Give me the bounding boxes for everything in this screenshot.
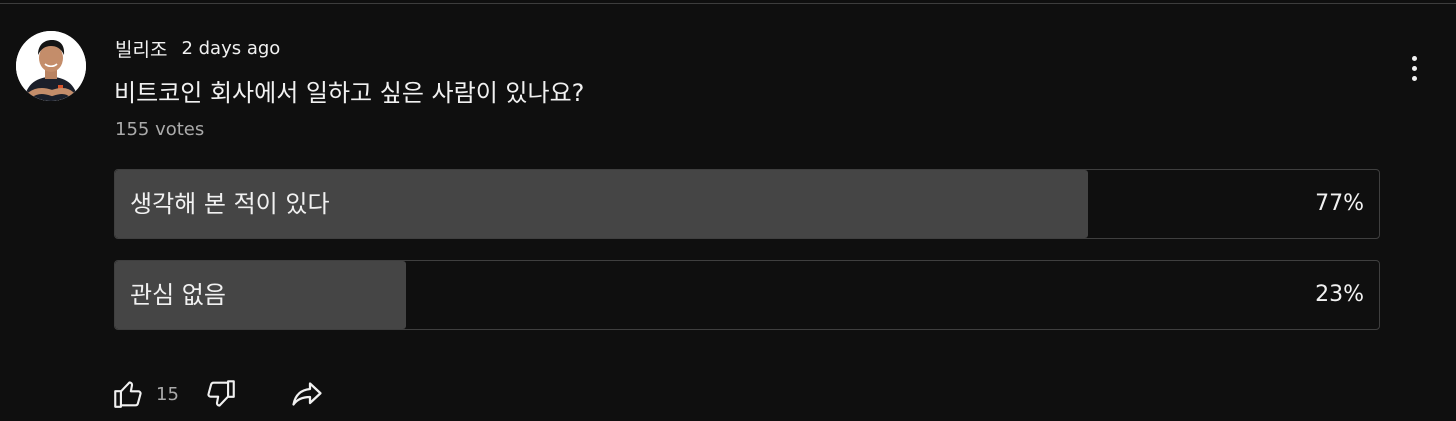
post-timestamp[interactable]: 2 days ago bbox=[181, 38, 280, 59]
poll-option[interactable]: 관심 없음 23% bbox=[114, 260, 1380, 330]
share-icon bbox=[292, 382, 322, 406]
poll-option-percent: 77% bbox=[1315, 191, 1364, 216]
top-divider bbox=[0, 3, 1456, 4]
like-count: 15 bbox=[156, 383, 179, 405]
like-button[interactable] bbox=[108, 374, 148, 414]
thumbs-down-icon bbox=[207, 380, 235, 407]
more-vertical-icon bbox=[1411, 75, 1417, 81]
author-name[interactable]: 빌리조 bbox=[115, 35, 167, 62]
poll-option-percent: 23% bbox=[1315, 282, 1364, 307]
more-vertical-icon bbox=[1411, 65, 1417, 71]
post-meta: 빌리조 2 days ago bbox=[115, 35, 280, 61]
action-bar: 15 bbox=[108, 374, 327, 414]
poll-option-label: 생각해 본 적이 있다 bbox=[130, 190, 330, 218]
person-avatar-icon bbox=[16, 31, 86, 101]
share-button[interactable] bbox=[287, 374, 327, 414]
poll-option-label: 관심 없음 bbox=[130, 281, 226, 309]
dislike-button[interactable] bbox=[201, 374, 241, 414]
more-options-button[interactable] bbox=[1396, 50, 1432, 86]
poll-question: 비트코인 회사에서 일하고 싶은 사람이 있나요? bbox=[114, 79, 585, 107]
vote-count: 155 votes bbox=[115, 119, 205, 140]
avatar[interactable] bbox=[16, 31, 86, 101]
thumbs-up-icon bbox=[114, 381, 142, 408]
more-vertical-icon bbox=[1411, 55, 1417, 61]
community-post: 빌리조 2 days ago 비트코인 회사에서 일하고 싶은 사람이 있나요?… bbox=[0, 0, 1456, 421]
poll-option[interactable]: 생각해 본 적이 있다 77% bbox=[114, 169, 1380, 239]
